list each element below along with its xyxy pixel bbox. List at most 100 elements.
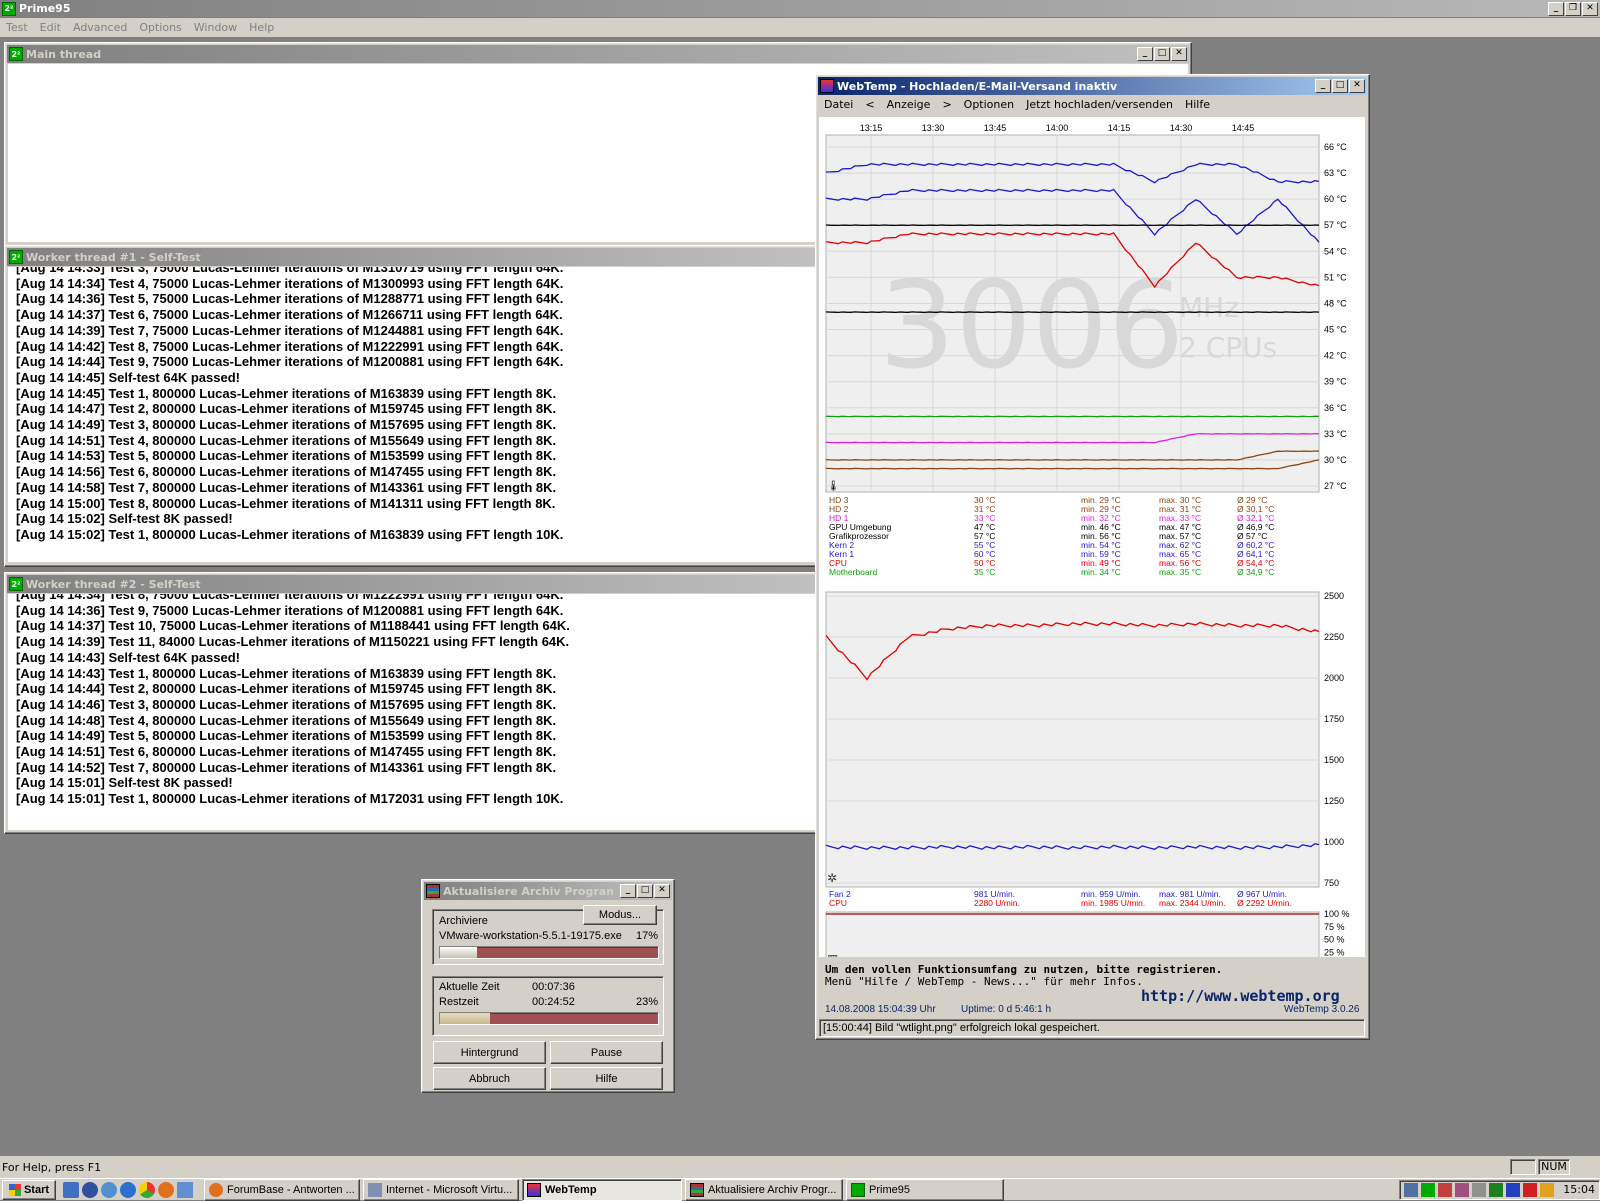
menu-hilfe[interactable]: Hilfe (1179, 98, 1216, 111)
menu-next[interactable]: > (936, 98, 957, 111)
worker2-titlebar[interactable]: 2² Worker thread #2 - Self-Test (7, 575, 817, 593)
tray-volume-icon[interactable] (1472, 1183, 1486, 1197)
fan-tick-label: 1250 (1324, 796, 1344, 806)
fan-tick-label: 2250 (1324, 632, 1344, 642)
num-indicator: NUM (1538, 1159, 1570, 1175)
log-line: [Aug 14 14:44] Test 9, 75000 Lucas-Lehme… (16, 354, 816, 370)
window-icon[interactable] (177, 1182, 193, 1198)
log-line: [Aug 14 14:34] Test 8, 75000 Lucas-Lehme… (16, 594, 816, 603)
worker2-window: 2² Worker thread #2 - Self-Test [Aug 14 … (4, 572, 820, 834)
minimize-button[interactable]: _ (620, 884, 636, 898)
archive-titlebar[interactable]: Aktualisiere Archiv Program... _ □ ✕ (424, 882, 672, 900)
file-progress-fill (440, 947, 477, 958)
browser-icon[interactable] (120, 1182, 136, 1198)
tray-webtemp-icon[interactable] (1438, 1183, 1452, 1197)
load-tick-label: 50 % (1324, 935, 1345, 945)
menu-advanced[interactable]: Advanced (67, 21, 133, 34)
prime95-icon: 2² (2, 2, 16, 16)
total-progress-fill (440, 1013, 490, 1024)
tray-network-icon[interactable] (1404, 1183, 1418, 1197)
maximize-button[interactable]: □ (1332, 79, 1348, 93)
media-player-icon[interactable] (82, 1182, 98, 1198)
elapsed-value: 00:07:36 (532, 981, 575, 993)
close-button[interactable]: ✕ (1171, 47, 1187, 61)
taskbar-item-winrar[interactable]: Aktualisiere Archiv Progr... (685, 1179, 843, 1201)
minimize-button[interactable]: _ (1548, 2, 1564, 16)
quicklaunch (63, 1182, 193, 1198)
taskbar-item-virtualpc[interactable]: Internet - Microsoft Virtu... (363, 1179, 519, 1201)
menu-help[interactable]: Help (243, 21, 280, 34)
maximize-button[interactable]: □ (637, 884, 653, 898)
log-line: [Aug 14 14:45] Self-test 64K passed! (16, 370, 816, 386)
maximize-button[interactable]: □ (1154, 47, 1170, 61)
log-line: [Aug 14 14:53] Test 5, 800000 Lucas-Lehm… (16, 448, 816, 464)
taskbar-item-prime95[interactable]: Prime95 (846, 1179, 1004, 1201)
chrome-like-icon[interactable] (139, 1182, 155, 1198)
log-line: [Aug 14 14:37] Test 10, 75000 Lucas-Lehm… (16, 618, 816, 634)
worker1-window: 2² Worker thread #1 - Self-Test [Aug 14 … (4, 245, 820, 567)
webtemp-version: WebTemp 3.0.26 (1284, 1004, 1359, 1015)
minimize-button[interactable]: _ (1315, 79, 1331, 93)
prime95-icon: 2² (9, 47, 23, 61)
webtemp-url-link[interactable]: http://www.webtemp.org (1141, 987, 1340, 1005)
tray-media-icon[interactable] (1506, 1183, 1520, 1197)
worker1-title: Worker thread #1 - Self-Test (26, 251, 201, 264)
log-line: [Aug 14 14:39] Test 11, 84000 Lucas-Lehm… (16, 634, 816, 650)
tray-update-icon[interactable] (1540, 1183, 1554, 1197)
webtemp-titlebar[interactable]: WebTemp - Hochladen/E-Mail-Versand inakt… (818, 77, 1367, 95)
firefox-icon[interactable] (158, 1182, 174, 1198)
log-line: [Aug 14 14:33] Test 3, 75000 Lucas-Lehme… (16, 267, 816, 276)
messenger-icon[interactable] (101, 1182, 117, 1198)
file-percent: 17% (636, 930, 658, 942)
virtualpc-icon (368, 1183, 382, 1197)
menu-test[interactable]: Test (0, 21, 34, 34)
menu-upload[interactable]: Jetzt hochladen/versenden (1020, 98, 1179, 111)
archive-title: Aktualisiere Archiv Program... (443, 885, 613, 898)
tray-shield-icon[interactable] (1489, 1183, 1503, 1197)
load-tick-label: 25 % (1324, 947, 1345, 957)
taskbar-item-forumbase[interactable]: ForumBase - Antworten ... (204, 1179, 360, 1201)
cancel-button[interactable]: Abbruch (433, 1067, 546, 1090)
fan-tick-label: 2500 (1324, 591, 1344, 601)
register-line2: Menü "Hilfe / WebTemp - News..." für meh… (825, 975, 1143, 988)
minimize-button[interactable]: _ (1137, 47, 1153, 61)
menu-prev[interactable]: < (859, 98, 880, 111)
webtemp-title: WebTemp - Hochladen/E-Mail-Versand inakt… (837, 80, 1117, 93)
pause-button[interactable]: Pause (550, 1041, 663, 1064)
menu-anzeige[interactable]: Anzeige (881, 98, 937, 111)
worker1-titlebar[interactable]: 2² Worker thread #1 - Self-Test (7, 248, 817, 266)
help-button[interactable]: Hilfe (550, 1067, 663, 1090)
menu-optionen[interactable]: Optionen (958, 98, 1020, 111)
log-line: [Aug 14 14:34] Test 4, 75000 Lucas-Lehme… (16, 276, 816, 292)
menu-window[interactable]: Window (188, 21, 243, 34)
temp-legend-current: 35 °C (974, 567, 995, 577)
tray-antivirus-icon[interactable] (1523, 1183, 1537, 1197)
worker2-log: [Aug 14 14:34] Test 8, 75000 Lucas-Lehme… (8, 594, 816, 830)
tray-rar-icon[interactable] (1455, 1183, 1469, 1197)
prime95-titlebar[interactable]: 2² Prime95 _ ❐ ✕ (0, 0, 1600, 17)
close-button[interactable]: ✕ (654, 884, 670, 898)
close-button[interactable]: ✕ (1582, 2, 1598, 16)
desktop-icon[interactable] (63, 1182, 79, 1198)
restore-button[interactable]: ❐ (1565, 2, 1581, 16)
menu-edit[interactable]: Edit (34, 21, 67, 34)
main-thread-title: Main thread (26, 48, 101, 61)
close-button[interactable]: ✕ (1349, 79, 1365, 93)
start-button[interactable]: Start (2, 1180, 56, 1200)
menu-options[interactable]: Options (133, 21, 187, 34)
temp-legend-max: max. 35 °C (1159, 567, 1201, 577)
main-thread-titlebar[interactable]: 2² Main thread _ □ ✕ (7, 45, 1189, 63)
series-line-gpu-umgebung (826, 312, 1319, 313)
taskbar-item-webtemp[interactable]: WebTemp (522, 1179, 682, 1201)
temp-tick-label: 30 °C (1324, 455, 1347, 465)
time-tick-label: 14:30 (1170, 123, 1193, 133)
menu-datei[interactable]: Datei (818, 98, 859, 111)
log-line: [Aug 14 14:45] Test 1, 800000 Lucas-Lehm… (16, 386, 816, 402)
time-tick-label: 14:45 (1232, 123, 1255, 133)
tray-prime95-icon[interactable] (1421, 1183, 1435, 1197)
mode-button[interactable]: Modus... (583, 905, 657, 925)
elapsed-label: Aktuelle Zeit (439, 981, 500, 993)
fan-tick-label: 2000 (1324, 673, 1344, 683)
background-button[interactable]: Hintergrund (433, 1041, 546, 1064)
log-line: [Aug 14 15:02] Self-test 8K passed! (16, 511, 816, 527)
